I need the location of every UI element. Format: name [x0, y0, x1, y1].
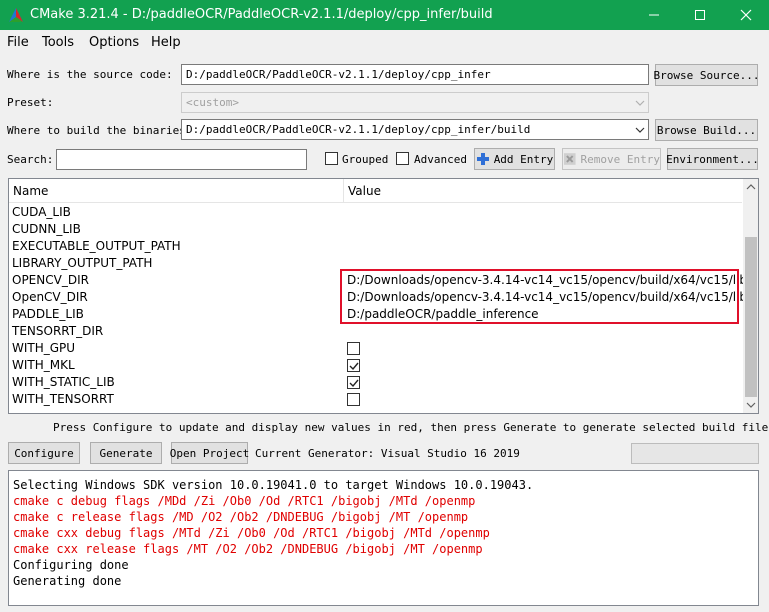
- browse-source-button[interactable]: Browse Source...: [654, 64, 759, 86]
- row-name: CUDA_LIB: [12, 205, 71, 219]
- add-entry-button[interactable]: Add Entry: [474, 148, 555, 170]
- minimize-button[interactable]: [631, 0, 677, 30]
- build-path-combo[interactable]: D:/paddleOCR/PaddleOCR-v2.1.1/deploy/cpp…: [181, 119, 649, 140]
- remove-entry-button: Remove Entry: [562, 148, 661, 170]
- grouped-label: Grouped: [342, 153, 389, 166]
- row-name: OpenCV_DIR: [12, 290, 88, 304]
- search-input[interactable]: [56, 149, 307, 170]
- with-gpu-checkbox[interactable]: [347, 342, 360, 355]
- menu-bar: File Tools Options Help: [0, 30, 769, 55]
- log-line: cmake cxx release flags /MT /O2 /Ob2 /DN…: [13, 542, 483, 556]
- close-icon: [740, 9, 752, 21]
- table-row[interactable]: EXECUTABLE_OUTPUT_PATH: [9, 238, 742, 255]
- maximize-button[interactable]: [677, 0, 723, 30]
- remove-entry-label: Remove Entry: [580, 152, 660, 166]
- scroll-down-icon[interactable]: [746, 401, 756, 409]
- advanced-label: Advanced: [414, 153, 467, 166]
- table-row[interactable]: WITH_TENSORRT: [9, 391, 742, 408]
- current-generator-text: Current Generator: Visual Studio 16 2019: [255, 447, 520, 460]
- row-name: WITH_TENSORRT: [12, 392, 114, 406]
- row-name: PADDLE_LIB: [12, 307, 84, 321]
- with-static-lib-checkbox[interactable]: [347, 376, 360, 389]
- log-line: Generating done: [13, 574, 122, 588]
- grouped-checkbox[interactable]: [325, 152, 338, 165]
- generate-button[interactable]: Generate: [90, 442, 162, 464]
- log-line: Selecting Windows SDK version 10.0.19041…: [13, 478, 534, 492]
- chevron-down-icon: [635, 127, 645, 133]
- with-mkl-checkbox[interactable]: [347, 359, 360, 372]
- table-row[interactable]: TENSORRT_DIR: [9, 323, 742, 340]
- cmake-logo-icon: [9, 8, 23, 22]
- source-path-input[interactable]: D:/paddleOCR/PaddleOCR-v2.1.1/deploy/cpp…: [181, 64, 649, 85]
- row-name: WITH_GPU: [12, 341, 76, 355]
- row-name: WITH_STATIC_LIB: [12, 375, 115, 389]
- progress-bar: [631, 443, 759, 464]
- preset-value: <custom>: [186, 96, 239, 109]
- build-path-value: D:/paddleOCR/PaddleOCR-v2.1.1/deploy/cpp…: [186, 123, 531, 136]
- advanced-checkbox[interactable]: [396, 152, 409, 165]
- remove-icon: [563, 153, 576, 165]
- window-title: CMake 3.21.4 - D:/paddleOCR/PaddleOCR-v2…: [30, 7, 493, 22]
- preset-combo: <custom>: [181, 92, 649, 113]
- vertical-scrollbar[interactable]: [743, 179, 758, 413]
- table-row[interactable]: WITH_MKL: [9, 357, 742, 374]
- title-bar: CMake 3.21.4 - D:/paddleOCR/PaddleOCR-v2…: [0, 0, 769, 30]
- source-label: Where is the source code:: [7, 68, 173, 81]
- table-row[interactable]: CUDA_LIB: [9, 204, 742, 221]
- preset-label: Preset:: [7, 96, 54, 109]
- column-header-value[interactable]: Value: [348, 184, 381, 198]
- table-row[interactable]: WITH_STATIC_LIB: [9, 374, 742, 391]
- table-header: Name Value: [9, 179, 742, 203]
- output-log[interactable]: Selecting Windows SDK version 10.0.19041…: [8, 470, 759, 606]
- highlight-annotation-box: [340, 269, 739, 324]
- menu-tools[interactable]: Tools: [42, 35, 74, 50]
- build-label: Where to build the binaries:: [7, 124, 193, 137]
- column-header-name[interactable]: Name: [13, 184, 48, 198]
- search-label: Search:: [7, 153, 54, 166]
- log-line: cmake c debug flags /MDd /Zi /Ob0 /Od /R…: [13, 494, 476, 508]
- row-name: OPENCV_DIR: [12, 273, 89, 287]
- table-row[interactable]: CUDNN_LIB: [9, 221, 742, 238]
- row-name: TENSORRT_DIR: [12, 324, 104, 338]
- checkmark-icon: [349, 379, 359, 388]
- row-name: CUDNN_LIB: [12, 222, 81, 236]
- close-button[interactable]: [723, 0, 769, 30]
- with-tensorrt-checkbox[interactable]: [347, 393, 360, 406]
- environment-button[interactable]: Environment...: [666, 148, 759, 170]
- chevron-down-icon: [635, 100, 645, 106]
- open-project-button[interactable]: Open Project: [170, 442, 249, 464]
- log-line: Configuring done: [13, 558, 129, 572]
- log-line: cmake cxx debug flags /MTd /Zi /Ob0 /Od …: [13, 526, 490, 540]
- table-row[interactable]: WITH_GPU: [9, 340, 742, 357]
- log-line: cmake c release flags /MD /O2 /Ob2 /DNDE…: [13, 510, 469, 524]
- row-name: EXECUTABLE_OUTPUT_PATH: [12, 239, 181, 253]
- menu-help[interactable]: Help: [151, 35, 181, 50]
- row-name: WITH_MKL: [12, 358, 75, 372]
- add-entry-label: Add Entry: [493, 152, 554, 166]
- plus-icon: [476, 153, 489, 165]
- checkmark-icon: [349, 362, 359, 371]
- minimize-icon: [649, 14, 659, 16]
- menu-options[interactable]: Options: [89, 35, 139, 50]
- scroll-up-icon[interactable]: [746, 183, 756, 191]
- hint-text: Press Configure to update and display ne…: [53, 421, 769, 434]
- maximize-icon: [695, 10, 705, 20]
- scroll-thumb[interactable]: [745, 237, 757, 397]
- browse-build-button[interactable]: Browse Build...: [655, 119, 758, 141]
- menu-file[interactable]: File: [7, 35, 29, 50]
- row-name: LIBRARY_OUTPUT_PATH: [12, 256, 153, 270]
- configure-button[interactable]: Configure: [8, 442, 80, 464]
